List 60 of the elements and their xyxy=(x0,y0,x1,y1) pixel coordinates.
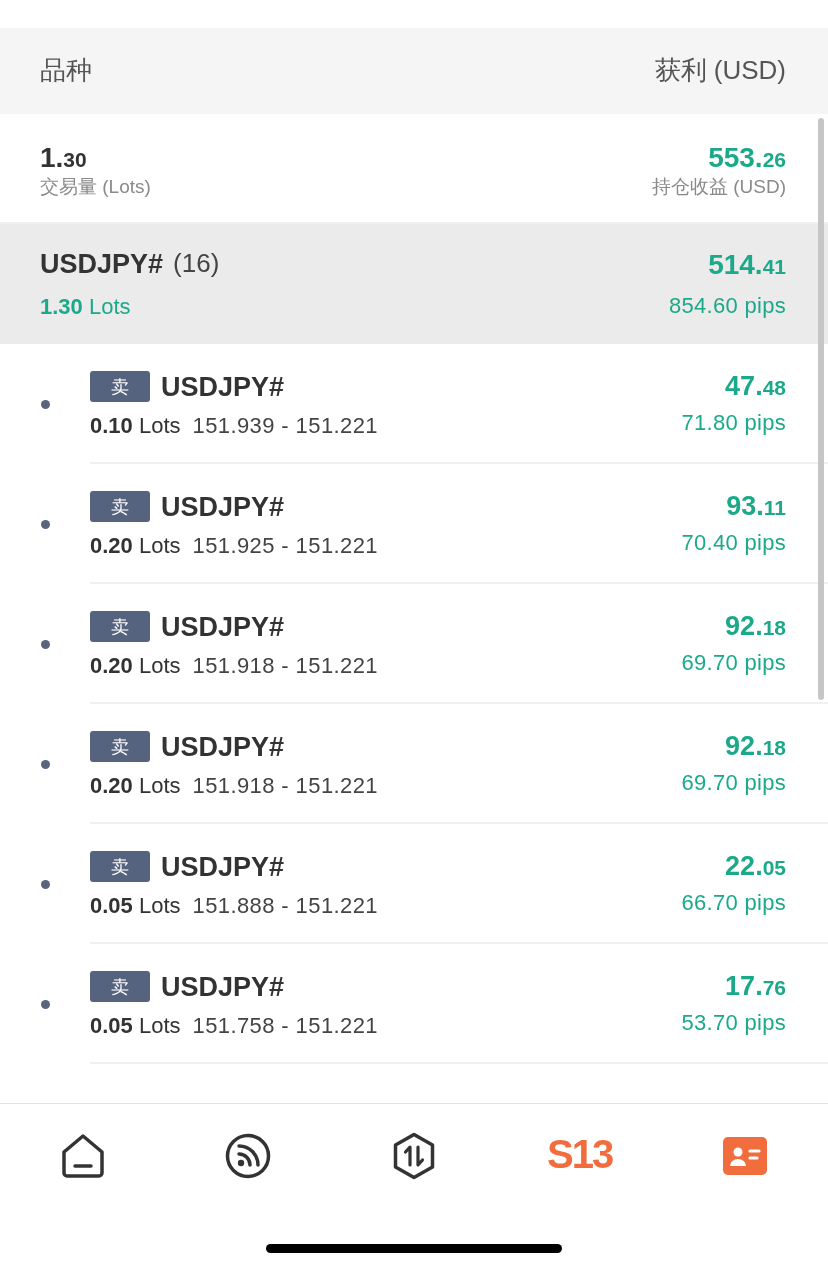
lots-text: 0.05 Lots xyxy=(90,1013,181,1040)
pips-text: 71.80 pips xyxy=(681,410,786,437)
pips-text: 69.70 pips xyxy=(681,650,786,677)
symbol-name: USDJPY# xyxy=(161,730,285,763)
bullet-dot-icon xyxy=(41,879,50,889)
total-volume: 1.30 xyxy=(40,141,87,174)
position-profit: 17.76 xyxy=(725,971,786,1003)
lots-text: 0.20 Lots xyxy=(90,773,181,800)
lots-text: 0.20 Lots xyxy=(90,533,181,560)
position-profit: 93.11 xyxy=(726,491,786,523)
position-profit: 22.05 xyxy=(725,851,786,883)
column-heading: 获利 (USD) xyxy=(654,55,786,87)
bullet-dot-icon xyxy=(41,399,50,409)
order-type-badge: 卖 xyxy=(90,731,150,763)
bullet-dot-icon xyxy=(41,639,50,649)
contact-card-icon xyxy=(723,1137,768,1175)
account-tab[interactable] xyxy=(723,1137,768,1175)
order-type-badge: 卖 xyxy=(90,491,150,523)
symbol-name: USDJPY# xyxy=(161,610,285,643)
order-type-badge: 卖 xyxy=(90,371,150,403)
position-count: (16) xyxy=(173,248,220,280)
feed-tab[interactable] xyxy=(225,1133,272,1179)
pips-text: 69.70 pips xyxy=(681,770,786,797)
pips-text: 70.40 pips xyxy=(681,530,786,557)
price-range: 151.939 - 151.221 xyxy=(192,413,378,440)
trade-tab[interactable] xyxy=(392,1132,436,1180)
lots-text: 0.20 Lots xyxy=(90,653,181,680)
symbol-name: USDJPY# xyxy=(161,490,285,523)
lots-text: 0.10 Lots xyxy=(90,413,181,440)
pips-text: 53.70 pips xyxy=(681,1010,786,1037)
order-type-badge: 卖 xyxy=(90,971,150,1003)
position-profit: 92.18 xyxy=(725,611,786,643)
symbol-name: USDJPY# xyxy=(161,850,285,883)
bullet-dot-icon xyxy=(41,999,50,1009)
symbol-name: USDJPY# xyxy=(161,970,285,1003)
column-heading: 品种 xyxy=(40,55,92,87)
price-range: 151.888 - 151.221 xyxy=(192,893,378,920)
bullet-dot-icon xyxy=(41,759,50,769)
price-range: 151.918 - 151.221 xyxy=(192,773,378,800)
feed-icon xyxy=(225,1133,272,1179)
symbol-group-row[interactable]: USDJPY# (16) 1.30 Lots 514.41 854.60 pips xyxy=(0,224,828,344)
hexagon-arrows-icon xyxy=(392,1132,436,1180)
position-profit: 92.18 xyxy=(725,731,786,763)
total-profit: 553.26 xyxy=(708,141,786,174)
price-range: 151.758 - 151.221 xyxy=(192,1013,378,1040)
lots-text: 1.30 Lots xyxy=(40,294,131,321)
pips-text: 66.70 pips xyxy=(681,890,786,917)
pips-text: 854.60 pips xyxy=(668,292,786,320)
price-range: 151.918 - 151.221 xyxy=(192,653,378,680)
symbol-name: USDJPY# xyxy=(161,370,285,403)
symbol-name: USDJPY# xyxy=(40,247,164,280)
lots-text: 0.05 Lots xyxy=(90,893,181,920)
order-type-badge: 卖 xyxy=(90,611,150,643)
group-profit: 514.41 xyxy=(708,248,786,281)
order-type-badge: 卖 xyxy=(90,851,150,883)
price-range: 151.925 - 151.221 xyxy=(192,533,378,560)
position-profit: 47.48 xyxy=(725,371,786,403)
profit-label: 持仓收益 (USD) xyxy=(651,175,786,199)
volume-label: 交易量 (Lots) xyxy=(40,175,151,199)
bullet-dot-icon xyxy=(41,519,50,529)
